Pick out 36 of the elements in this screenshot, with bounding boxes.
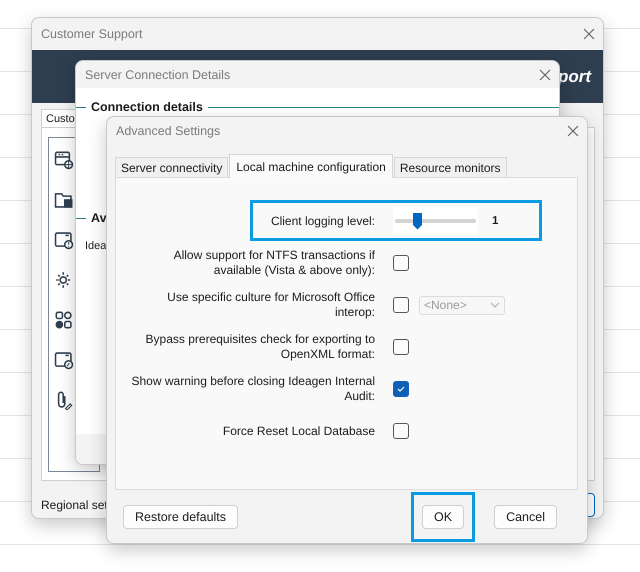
- setting-label: Use specific culture for Microsoft Office interop:: [166, 290, 375, 320]
- window-title: Customer Support: [41, 27, 142, 41]
- tab[interactable]: Resource monitors: [394, 157, 507, 177]
- checkbox[interactable]: [393, 381, 409, 397]
- checkmark-icon: [396, 384, 406, 394]
- apps-grid-icon[interactable]: [54, 310, 74, 330]
- window-title: Server Connection Details: [85, 68, 230, 82]
- close-icon[interactable]: [539, 68, 551, 80]
- checkbox[interactable]: [393, 255, 409, 271]
- checkbox[interactable]: [393, 339, 409, 355]
- setting-label: Show warning before closing Ideagen Internal Audit:: [130, 374, 375, 404]
- tab[interactable]: Server connectivity: [115, 157, 228, 177]
- chevron-down-icon: [490, 302, 500, 308]
- tab[interactable]: Local machine configuration: [229, 154, 393, 178]
- tab[interactable]: Custo: [41, 109, 76, 127]
- section-heading: Av: [91, 211, 107, 225]
- close-icon[interactable]: [583, 28, 595, 40]
- window-gauge-icon[interactable]: [54, 350, 74, 370]
- slider[interactable]: [393, 207, 478, 235]
- setting-label: Allow support for NTFS transactions if available (Vista & above only):: [172, 248, 375, 278]
- body-text: Idea: [85, 240, 106, 252]
- window-alert-icon[interactable]: [54, 230, 74, 250]
- section-heading: Connection details: [91, 100, 203, 114]
- slider-value: 1: [492, 215, 498, 227]
- setting-label: Client logging level:: [270, 214, 375, 228]
- dialog-button[interactable]: Restore defaults: [123, 504, 238, 528]
- setting-label: Bypass prerequisites check for exporting to OpenXML format:: [144, 332, 375, 362]
- checkbox[interactable]: [393, 423, 409, 439]
- slider-thumb[interactable]: [412, 212, 423, 230]
- close-icon[interactable]: [567, 125, 579, 137]
- window-title: Advanced Settings: [116, 124, 220, 138]
- dialog-button[interactable]: [588, 493, 595, 517]
- checkbox[interactable]: [393, 297, 409, 313]
- setting-label: Force Reset Local Database: [222, 424, 375, 438]
- dialog-button[interactable]: OK: [422, 504, 464, 528]
- dialog-button[interactable]: Cancel: [494, 504, 557, 528]
